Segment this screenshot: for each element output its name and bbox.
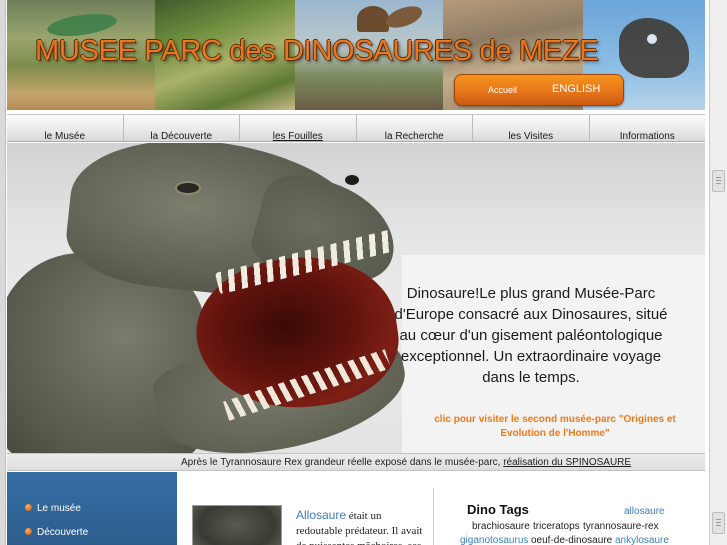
- site-title: MUSEE PARC des DINOSAURES de MEZE: [35, 35, 599, 67]
- nav-item-visites[interactable]: les Visites: [473, 115, 590, 142]
- tag-ankylosaure[interactable]: ankylosaure: [615, 535, 669, 545]
- page-frame-left: [0, 0, 6, 545]
- sidebar: Le musée Découverte: [7, 472, 177, 545]
- orange-bullet-icon: [25, 504, 32, 511]
- sidebar-item-musee[interactable]: Le musée: [25, 503, 81, 514]
- column-divider: [433, 488, 434, 545]
- article-text: Allosaure était un redoutable prédateur.…: [296, 508, 424, 545]
- sidebar-item-label: Découverte: [37, 527, 89, 538]
- site-header: MUSEE PARC des DINOSAURES de MEZE Accuei…: [7, 0, 705, 110]
- english-link[interactable]: ENGLISH: [552, 83, 600, 95]
- article-preview: Allosaure était un redoutable prédateur.…: [177, 472, 434, 545]
- caption-strip: Après le Tyrannosaure Rex grandeur réell…: [7, 453, 705, 471]
- spinosaure-link[interactable]: réalisation du SPINOSAURE: [503, 457, 631, 468]
- second-museum-link[interactable]: clic pour visiter le second musée-parc "…: [419, 413, 691, 441]
- tag-giganotosaurus[interactable]: giganotosaurus: [460, 535, 528, 545]
- sidebar-item-label: Le musée: [37, 503, 81, 514]
- scroll-grip-handle-lower[interactable]: [712, 512, 725, 534]
- hero-banner: Dinosaure!Le plus grand Musée-Parc d'Eur…: [7, 143, 705, 453]
- main-nav: le Musée la Découverte les Fouilles la R…: [7, 114, 705, 142]
- nav-item-informations[interactable]: Informations: [590, 115, 706, 142]
- article-title-link[interactable]: Allosaure: [296, 508, 346, 522]
- tag-tyrannosaure-rex[interactable]: tyrannosaure-rex: [583, 521, 659, 532]
- caption-body: Après le Tyrannosaure Rex grandeur réell…: [181, 457, 504, 468]
- vertical-scrollbar[interactable]: [709, 0, 727, 545]
- nav-item-decouverte[interactable]: la Découverte: [124, 115, 240, 142]
- nav-item-fouilles[interactable]: les Fouilles: [240, 115, 357, 142]
- hero-description: Dinosaure!Le plus grand Musée-Parc d'Eur…: [394, 285, 668, 386]
- trex-eye: [175, 181, 201, 195]
- orange-bullet-icon: [25, 528, 32, 535]
- sidebar-item-decouverte[interactable]: Découverte: [25, 527, 88, 538]
- accueil-link[interactable]: Accueil: [488, 85, 517, 95]
- dino-tags-title: Dino Tags: [467, 502, 529, 517]
- skull-eye-socket: [647, 34, 657, 44]
- tag-oeuf-de-dinosaure[interactable]: oeuf-de-dinosaure: [531, 535, 612, 545]
- scroll-grip-handle[interactable]: [712, 170, 725, 192]
- trex-nostril: [345, 175, 359, 185]
- dino-tags: Dino Tags allosaure brachiosaure tricera…: [442, 472, 705, 545]
- tag-allosaure[interactable]: allosaure: [624, 506, 665, 517]
- tag-triceratops[interactable]: triceratops: [533, 521, 580, 532]
- tag-brachiosaure[interactable]: brachiosaure: [472, 521, 530, 532]
- allosaure-thumbnail[interactable]: [192, 505, 282, 545]
- nav-item-recherche[interactable]: la Recherche: [357, 115, 473, 142]
- spinosaurus-sail-image: [357, 6, 389, 32]
- language-bar: Accueil ENGLISH: [454, 74, 624, 106]
- nav-item-musee[interactable]: le Musée: [7, 115, 124, 142]
- caption-text: Après le Tyrannosaure Rex grandeur réell…: [181, 457, 631, 468]
